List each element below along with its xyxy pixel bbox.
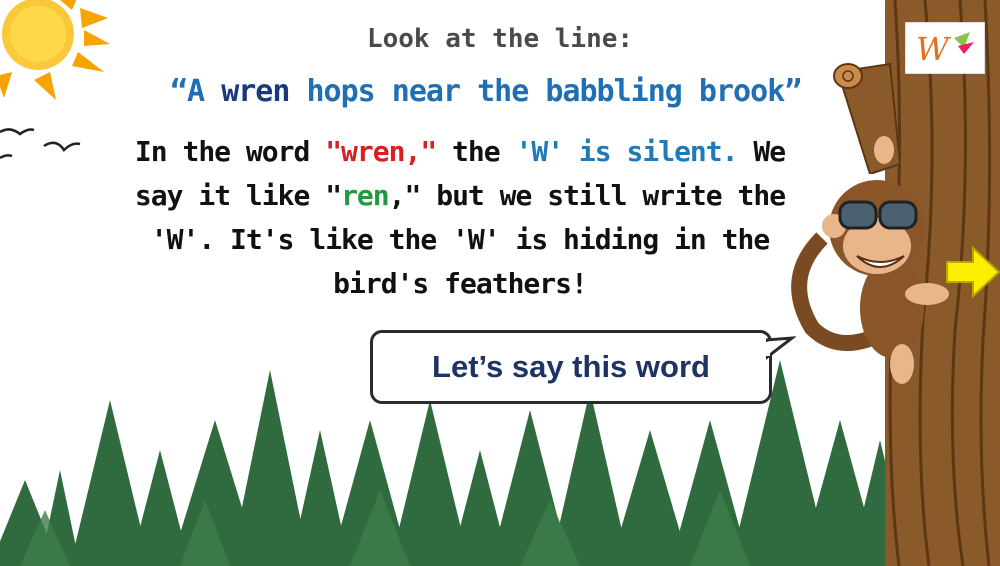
- para-word-ren: ren: [341, 179, 390, 212]
- para-silent-note: 'W' is silent.: [515, 135, 739, 168]
- explanation-paragraph: In the word "wren," the 'W' is silent. W…: [130, 130, 790, 306]
- quote-rest: hops near the babbling brook”: [289, 74, 802, 109]
- say-word-button-label: Let’s say this word: [432, 349, 710, 384]
- quote-open: “A: [170, 74, 222, 109]
- para-part-2: the: [436, 135, 516, 168]
- title-text: Look at the line:: [366, 24, 634, 54]
- quote-highlight-word: wren: [221, 74, 290, 109]
- brand-logo: W: [905, 22, 985, 74]
- para-part-1: In the word: [134, 135, 326, 168]
- say-word-button[interactable]: Let’s say this word: [370, 330, 772, 404]
- logo-icon: W: [916, 30, 974, 68]
- para-word-wren: "wren,": [325, 135, 437, 168]
- next-arrow-button[interactable]: [945, 246, 1000, 298]
- page-title: Look at the line:: [0, 24, 1000, 54]
- quote-line: “A wren hops near the babbling brook”: [170, 74, 820, 109]
- svg-text:W: W: [916, 30, 952, 68]
- birds-illustration: [0, 128, 81, 160]
- monkey-mascot-illustration: [791, 136, 949, 384]
